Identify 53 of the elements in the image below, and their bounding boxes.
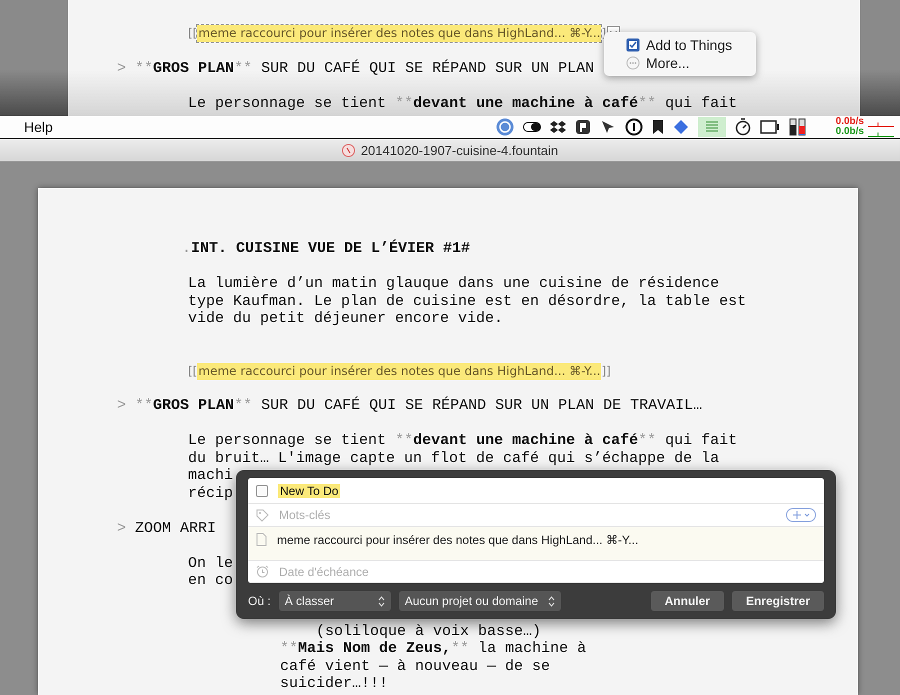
screen-icon[interactable] xyxy=(760,120,780,134)
add-tag-button[interactable] xyxy=(786,508,816,522)
menu-item[interactable]: Add to Things xyxy=(604,36,756,54)
menu-item-label: More... xyxy=(646,55,690,71)
action-text: La lumière d’un matin glauque dans une cuisine de résidence type Kaufman. Le plan de cuisine est en désordre, la table est vide du petit déjeuner encore vide. xyxy=(188,275,748,328)
parenthetical: (soliloque à voix basse…) xyxy=(316,622,542,640)
action-text: machi xyxy=(188,467,234,484)
page-icon xyxy=(256,533,267,546)
dialog-button[interactable]: Enregistrer xyxy=(732,591,824,611)
checkbox-app-icon xyxy=(626,38,640,52)
tag-icon xyxy=(256,508,269,522)
note-bracket: [[ xyxy=(188,362,198,380)
menu-title[interactable]: Help xyxy=(24,119,53,135)
project-select[interactable]: Aucun projet ou domaine xyxy=(398,591,561,611)
diamond-icon[interactable] xyxy=(672,119,689,135)
action-text: récip xyxy=(188,484,234,502)
action-text: en co xyxy=(188,572,234,590)
dialogue-text: **Mais Nom de Zeus,** la machine à café vient — à nouveau — de se suicider…!!! xyxy=(280,640,588,692)
alarm-clock-icon xyxy=(256,565,269,578)
area-select[interactable]: À classer xyxy=(278,591,391,611)
note-text: meme raccourci pour insérer des notes que dans HighLand... ⌘-Y... xyxy=(197,362,602,380)
menu-item[interactable]: More... xyxy=(604,54,756,72)
scene-heading: .INT. CUISINE VUE DE L’ÉVIER #1# xyxy=(182,240,470,258)
tags-field[interactable]: Mots-clés xyxy=(279,508,776,522)
todo-checkbox[interactable] xyxy=(256,484,268,496)
where-label: Où : xyxy=(248,594,271,608)
action-text: Le personnage se tient **devant une machine à café** qui fait xyxy=(188,94,738,112)
updown-icon xyxy=(548,596,555,606)
network-speed: 0.0b/s xyxy=(836,127,864,137)
section-line: > **GROS PLAN** SUR DU CAFÉ QUI SE RÉPAND SUR UN PLAN xyxy=(117,60,594,77)
action-text: Le personnage se tient **devant une machine à café** qui fait xyxy=(188,432,738,450)
toggle-icon[interactable] xyxy=(522,121,541,133)
section-line: > ZOOM ARRI xyxy=(117,520,216,537)
dialog-button[interactable]: Annuler xyxy=(650,591,724,611)
meter-bars-icon[interactable] xyxy=(788,118,807,136)
action-text: du bruit… L'image capte un flot de café qui s’échappe de la xyxy=(188,450,720,467)
stopwatch-icon[interactable] xyxy=(734,118,751,136)
updown-icon xyxy=(378,596,385,606)
note-bracket: ]] xyxy=(601,362,611,380)
due-date-field[interactable]: Date d'échéance xyxy=(279,564,816,578)
section-line: > **GROS PLAN** SUR DU CAFÉ QUI SE RÉPAND SUR UN PLAN DE TRAVAIL… xyxy=(117,397,702,414)
action-text: On le xyxy=(188,554,234,572)
plus-chevron-icon xyxy=(791,510,811,520)
bookmark-icon[interactable] xyxy=(652,119,664,135)
note-text: meme raccourci pour insérer des notes que dans HighLand... ⌘-Y... xyxy=(197,25,602,42)
p-square-icon[interactable] xyxy=(574,119,591,135)
note-bracket: [[ xyxy=(188,25,198,42)
more-icon xyxy=(626,56,640,70)
menu-item-label: Add to Things xyxy=(646,37,732,53)
network-speed: 0.0b/s xyxy=(836,117,864,127)
todo-title-field[interactable]: New To Do xyxy=(278,484,340,498)
window-title: 20141020-1907-cuisine-4.fountain xyxy=(360,142,558,158)
cursor-icon[interactable] xyxy=(600,119,616,135)
